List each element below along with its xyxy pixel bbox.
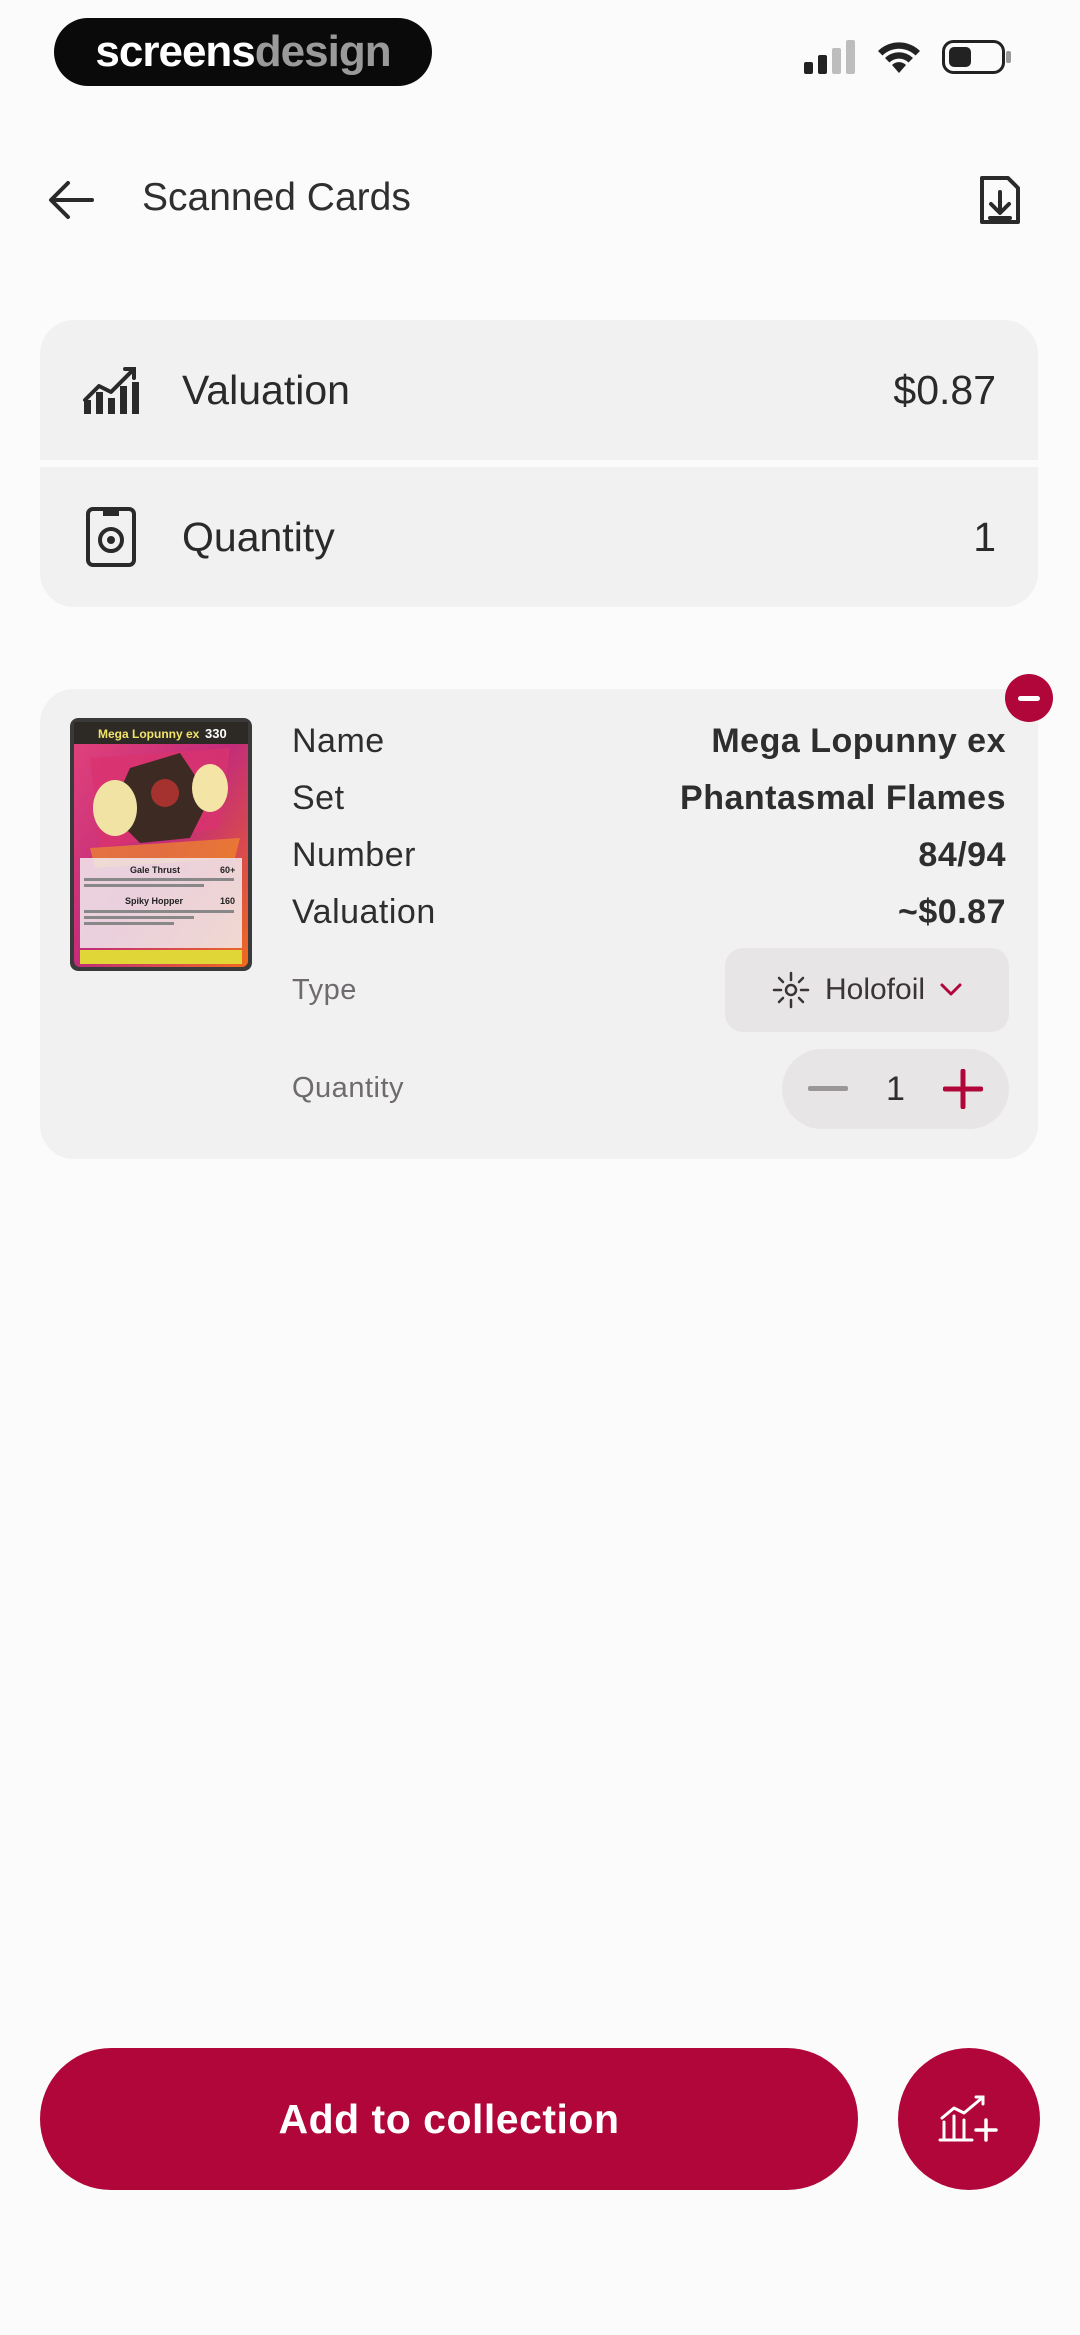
set-value: Phantasmal Flames (680, 779, 1006, 817)
plus-icon (942, 1069, 983, 1109)
card-icon (78, 504, 144, 570)
wifi-icon (878, 42, 920, 73)
brand-part1: screens (95, 27, 255, 76)
summary-divider (40, 460, 1038, 467)
screensdesign-logo: screens design (54, 18, 432, 86)
chart-bars-icon (78, 357, 144, 423)
minus-icon (1018, 695, 1040, 701)
remove-card-button[interactable] (1005, 674, 1053, 722)
type-label: Type (292, 974, 357, 1006)
arrow-left-icon (49, 181, 94, 219)
export-button[interactable] (964, 164, 1036, 236)
summary-card: Valuation $0.87 Quantity 1 (40, 320, 1038, 607)
quantity-stepper: 1 (782, 1049, 1009, 1129)
quantity-value: 1 (973, 513, 996, 560)
thumb-title: Mega Lopunny ex (98, 727, 200, 741)
set-label: Set (292, 779, 345, 817)
thumb-attack1-dmg: 60+ (220, 865, 235, 875)
quantity-label: Quantity (182, 513, 335, 560)
signal-icon (804, 40, 855, 74)
minus-icon (808, 1086, 848, 1091)
add-to-collection-button[interactable]: Add to collection (40, 2048, 858, 2190)
card-valuation-label: Valuation (292, 893, 436, 931)
increment-button[interactable] (939, 1065, 987, 1113)
chevron-down-icon (940, 983, 962, 996)
page-title: Scanned Cards (142, 176, 411, 219)
number-label: Number (292, 836, 416, 874)
name-label: Name (292, 722, 385, 760)
thumb-attack2: Spiky Hopper (125, 896, 184, 906)
valuation-row: Valuation $0.87 (40, 320, 1038, 460)
decrement-button[interactable] (804, 1065, 852, 1113)
thumb-attack1: Gale Thrust (130, 865, 180, 875)
thumb-hp: 330 (205, 726, 227, 741)
chart-add-icon (938, 2095, 998, 2142)
name-value: Mega Lopunny ex (711, 722, 1006, 760)
chart-add-button[interactable] (898, 2048, 1040, 2190)
type-dropdown[interactable]: Holofoil (725, 948, 1009, 1032)
sparkle-icon (772, 971, 810, 1009)
quantity-stepper-value: 1 (886, 1069, 905, 1108)
card-thumbnail[interactable]: Mega Lopunny ex 330 Gale Thrust 60+ Spik… (70, 718, 252, 971)
file-download-icon (980, 176, 1020, 224)
back-button[interactable] (36, 165, 106, 235)
valuation-label: Valuation (182, 366, 350, 413)
quantity-row: Quantity 1 (40, 467, 1038, 607)
battery-icon (942, 40, 1011, 74)
brand-part2: design (254, 27, 392, 76)
type-value: Holofoil (824, 973, 926, 1006)
valuation-value: $0.87 (893, 366, 996, 413)
card-quantity-label: Quantity (292, 1072, 404, 1104)
card-valuation-value: ~$0.87 (898, 893, 1006, 931)
status-icons (804, 40, 1012, 74)
thumb-attack2-dmg: 160 (220, 896, 235, 906)
number-value: 84/94 (918, 836, 1006, 874)
